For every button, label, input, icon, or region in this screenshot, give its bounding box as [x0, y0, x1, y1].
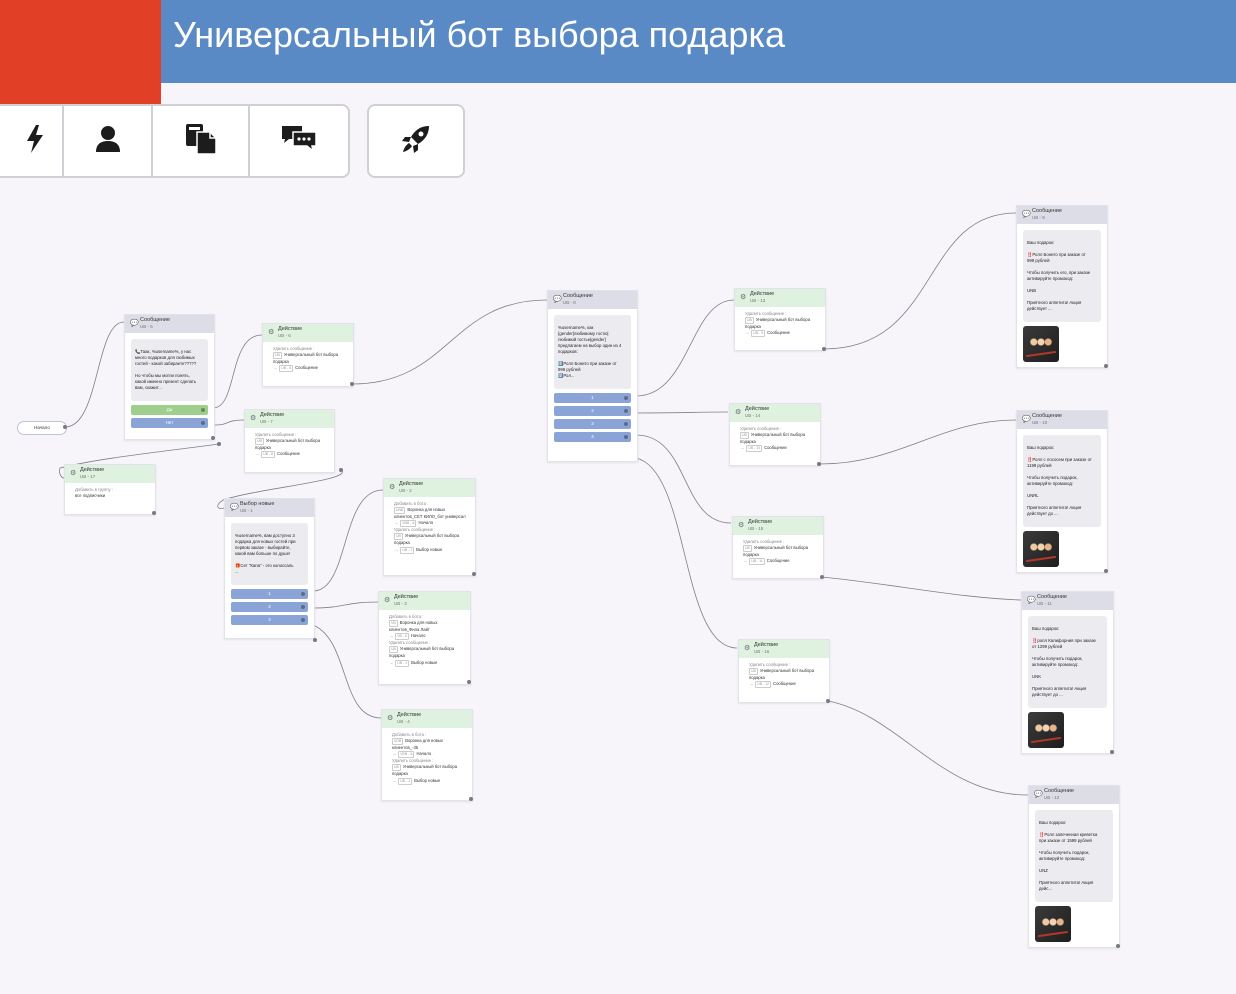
output-handle[interactable] [63, 425, 67, 429]
action-icon: ⚙ [744, 645, 751, 652]
link-a6-m8 [351, 299, 548, 385]
action-node-ub17[interactable]: ⚙ Действие UB - 17 Добавить в группу : все… [64, 464, 156, 515]
output-handle[interactable] [211, 436, 215, 440]
output-handle[interactable] [469, 797, 473, 801]
action-icon: ⚙ [387, 715, 394, 722]
message-text: Ваш подарок: ‼️Ролл с лососем при заказе… [1023, 435, 1101, 528]
message-text: %username%, вам доступно 3 подарка для но… [231, 523, 308, 586]
button-4[interactable]: 4 [554, 432, 631, 443]
output-handle[interactable] [817, 462, 821, 466]
link-m1-a4 [312, 624, 382, 719]
message-node-ub11[interactable]: 💬 Сообщение UB - 11 Ваш подарок: ‼️ролл Ка… [1021, 591, 1114, 754]
message-node-ub12[interactable]: 💬 Сообщение UB - 12 Ваш подарок: ‼️Ролл за… [1028, 785, 1120, 948]
action-node-ub14[interactable]: ⚙ Действие UB - 14 Удалить сообщение : UB У… [729, 403, 821, 466]
message-text: %username%, как {gender|любимому гостю| лю… [554, 315, 631, 390]
output-handle[interactable] [1104, 569, 1108, 573]
button-no[interactable]: Нет [131, 418, 208, 429]
action-node-ub7[interactable]: ⚙ Действие UB - 7 Удалить сообщение : UB Ун… [244, 409, 335, 473]
action-node-ub2[interactable]: ⚙ Действие UB - 2 Добавить в бота : UNB Вор… [383, 478, 476, 576]
message-icon: 💬 [230, 504, 239, 511]
output-handle[interactable] [1110, 750, 1114, 754]
output-handle[interactable] [826, 699, 830, 703]
action-node-ub13[interactable]: ⚙ Действие UB - 13 Удалить сообщение : UB У… [734, 288, 826, 351]
button-1[interactable]: 1 [231, 589, 308, 600]
link-m8-a15 [635, 434, 732, 524]
action-node-ub6[interactable]: ⚙ Действие UB - 6 Удалить сообщение : UB Ун… [262, 323, 354, 387]
action-icon: ⚙ [268, 329, 275, 336]
link-a14-m10 [819, 419, 1017, 465]
action-icon: ⚙ [70, 470, 77, 477]
food-image [1023, 531, 1059, 568]
output-handle[interactable] [822, 347, 826, 351]
message-node-ub8[interactable]: 💬 Сообщение UB - 8 %username%, как {gender|… [547, 290, 638, 462]
action-node-ub4[interactable]: ⚙ Действие UB - 4 Добавить в бота : VDB Вор… [381, 709, 473, 801]
button-3[interactable]: 3 [231, 615, 308, 626]
action-icon: ⚙ [740, 294, 747, 301]
button-3[interactable]: 3 [554, 419, 631, 430]
action-icon: ⚙ [250, 415, 257, 422]
link-m5-a6 [212, 334, 263, 409]
message-icon: 💬 [1022, 416, 1031, 423]
action-icon: ⚙ [384, 597, 391, 604]
output-handle[interactable] [217, 442, 221, 446]
output-handle[interactable] [339, 468, 343, 472]
link-a15-m11 [821, 576, 1022, 601]
output-handle[interactable] [820, 575, 824, 579]
message-icon: 💬 [1022, 211, 1031, 218]
message-icon: 💬 [553, 296, 562, 303]
button-2[interactable]: 2 [231, 602, 308, 613]
link-m8-a14 [635, 411, 729, 414]
link-a13-m9 [823, 212, 1017, 350]
output-handle[interactable] [467, 680, 471, 684]
action-icon: ⚙ [735, 409, 742, 416]
message-text: 📞Таак, %username%, у нас много подарков д… [131, 339, 208, 402]
output-handle[interactable] [313, 638, 317, 642]
message-node-ub5[interactable]: 💬 Сообщение UB - 5 📞Таак, %username%, у на… [124, 314, 215, 440]
message-node-ub10[interactable]: 💬 Сообщение UB - 10 Ваш подарок: ‼️Ролл с … [1016, 410, 1108, 573]
message-icon: 💬 [1034, 791, 1043, 798]
food-image [1028, 712, 1064, 749]
message-icon: 💬 [130, 320, 139, 327]
food-image [1023, 326, 1059, 363]
link-start-m5 [64, 321, 125, 428]
output-handle[interactable] [350, 382, 354, 386]
output-handle[interactable] [472, 572, 476, 576]
message-node-ub9[interactable]: 💬 Сообщение UB - 9 Ваш подарок: ‼️Ролл Бон… [1016, 205, 1108, 368]
link-m1-a2 [312, 489, 384, 592]
output-handle[interactable] [152, 511, 156, 515]
button-1[interactable]: 1 [554, 393, 631, 404]
action-icon: ⚙ [738, 522, 745, 529]
action-icon: ⚙ [389, 484, 396, 491]
food-image [1035, 906, 1071, 943]
message-text: Ваш подарок: ‼️Ролл Бонито при заказе от… [1023, 230, 1101, 323]
output-handle[interactable] [1116, 944, 1120, 948]
button-2[interactable]: 2 [554, 406, 631, 417]
link-a16-m12 [827, 700, 1029, 796]
action-node-ub3[interactable]: ⚙ Действие UB - 3 Добавить в бота : VB Воро… [378, 591, 471, 685]
output-handle[interactable] [1104, 364, 1108, 368]
message-text: Ваш подарок: ‼️ролл Калифорния при заказ… [1028, 616, 1107, 709]
link-m8-a13 [635, 299, 735, 397]
message-node-ub1[interactable]: 💬 Выбор новые UB - 1 %username%, вам досту… [224, 498, 315, 639]
link-m8-a16 [635, 457, 738, 649]
message-icon: 💬 [1027, 597, 1036, 604]
action-node-ub15[interactable]: ⚙ Действие UB - 15 Удалить сообщение : UB У… [732, 516, 824, 579]
link-m5-a7 [212, 419, 245, 426]
message-text: Ваш подарок: ‼️Ролл запеченная креветка п… [1035, 810, 1113, 903]
button-yes[interactable]: Да [131, 405, 208, 416]
link-m1-a3 [312, 601, 379, 609]
action-node-ub16[interactable]: ⚙ Действие UB - 16 Удалить сообщение : UB У… [738, 639, 830, 703]
start-node[interactable]: Начало [17, 421, 67, 435]
